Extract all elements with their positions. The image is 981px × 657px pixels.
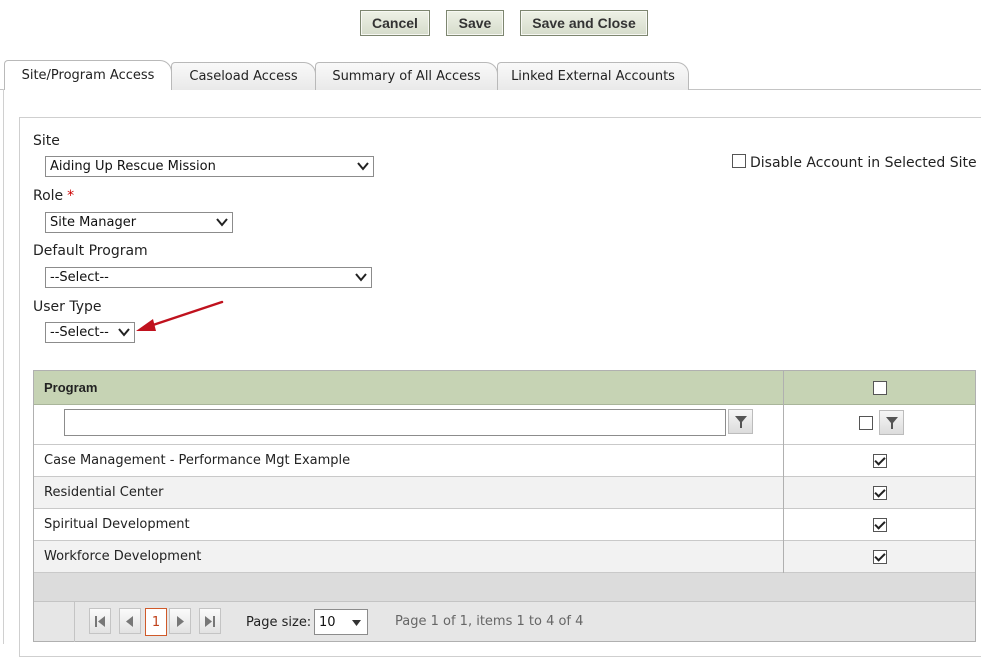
caret-down-icon bbox=[352, 620, 361, 626]
row-checkbox[interactable] bbox=[873, 486, 887, 500]
tab-label: Linked External Accounts bbox=[511, 69, 675, 84]
role-label-text: Role bbox=[33, 188, 64, 204]
tab-label: Caseload Access bbox=[189, 69, 298, 84]
cancel-button[interactable]: Cancel bbox=[360, 10, 430, 36]
row-checkbox[interactable] bbox=[873, 518, 887, 532]
tab-site-program-access[interactable]: Site/Program Access bbox=[4, 60, 172, 90]
program-cell: Case Management - Performance Mgt Exampl… bbox=[44, 453, 351, 468]
grid-header: Program bbox=[34, 371, 975, 405]
filter-icon bbox=[886, 417, 898, 429]
table-row[interactable]: Spiritual Development bbox=[34, 509, 975, 541]
grid-pager: 1 Page size: 10 Page 1 of 1, items 1 to … bbox=[34, 601, 975, 642]
next-page-icon bbox=[177, 616, 184, 627]
program-cell: Workforce Development bbox=[44, 549, 202, 564]
table-row[interactable]: Residential Center bbox=[34, 477, 975, 509]
user-type-label: User Type bbox=[33, 299, 102, 315]
chevron-down-icon bbox=[216, 218, 228, 227]
prev-page-icon bbox=[126, 616, 133, 627]
filter-icon bbox=[735, 416, 747, 428]
disable-account-checkbox[interactable] bbox=[732, 154, 746, 168]
select-all-checkbox[interactable] bbox=[873, 381, 887, 395]
role-select-value: Site Manager bbox=[50, 215, 137, 230]
filter-checkbox[interactable] bbox=[859, 416, 873, 430]
page-border bbox=[3, 89, 4, 644]
user-type-value: --Select-- bbox=[50, 325, 109, 340]
site-select-value: Aiding Up Rescue Mission bbox=[50, 159, 216, 174]
disable-account-label: Disable Account in Selected Site bbox=[750, 155, 977, 171]
program-cell: Residential Center bbox=[44, 485, 164, 500]
page-size-select[interactable]: 10 bbox=[314, 609, 368, 635]
page-size-value: 10 bbox=[319, 615, 336, 630]
checkbox-filter-button[interactable] bbox=[879, 410, 904, 435]
site-label: Site bbox=[33, 133, 60, 149]
filter-row bbox=[34, 405, 975, 445]
annotation-arrow-icon bbox=[136, 300, 224, 331]
tab-linked-external-accounts[interactable]: Linked External Accounts bbox=[497, 62, 689, 90]
default-program-value: --Select-- bbox=[50, 270, 109, 285]
tab-caseload-access[interactable]: Caseload Access bbox=[171, 62, 316, 90]
program-column-header[interactable]: Program bbox=[44, 380, 97, 395]
chevron-down-icon bbox=[357, 162, 369, 171]
site-select[interactable]: Aiding Up Rescue Mission bbox=[45, 156, 374, 177]
save-and-close-button[interactable]: Save and Close bbox=[520, 10, 648, 36]
page-number-1[interactable]: 1 bbox=[145, 608, 167, 636]
role-label: Role * bbox=[33, 188, 74, 204]
last-page-icon bbox=[205, 616, 215, 627]
tab-label: Site/Program Access bbox=[21, 68, 155, 83]
default-program-label: Default Program bbox=[33, 243, 148, 259]
required-marker: * bbox=[67, 188, 75, 204]
user-type-select[interactable]: --Select-- bbox=[45, 322, 135, 343]
table-row[interactable]: Case Management - Performance Mgt Exampl… bbox=[34, 445, 975, 477]
grid-footer-spacer bbox=[34, 573, 975, 601]
program-cell: Spiritual Development bbox=[44, 517, 190, 532]
table-row[interactable]: Workforce Development bbox=[34, 541, 975, 573]
row-checkbox[interactable] bbox=[873, 454, 887, 468]
first-page-button[interactable] bbox=[89, 608, 111, 634]
pager-divider bbox=[74, 602, 75, 642]
next-page-button[interactable] bbox=[169, 608, 191, 634]
program-filter-input[interactable] bbox=[64, 409, 726, 436]
last-page-button[interactable] bbox=[199, 608, 221, 634]
role-select[interactable]: Site Manager bbox=[45, 212, 233, 233]
default-program-select[interactable]: --Select-- bbox=[45, 267, 372, 288]
tab-summary-of-all-access[interactable]: Summary of All Access bbox=[315, 62, 498, 90]
tab-label: Summary of All Access bbox=[332, 69, 481, 84]
row-checkbox[interactable] bbox=[873, 550, 887, 564]
prev-page-button[interactable] bbox=[119, 608, 141, 634]
chevron-down-icon bbox=[355, 273, 367, 282]
column-divider bbox=[783, 371, 784, 573]
save-button[interactable]: Save bbox=[446, 10, 504, 36]
page-size-label: Page size: bbox=[246, 615, 312, 630]
program-filter-button[interactable] bbox=[728, 409, 753, 434]
pager-info: Page 1 of 1, items 1 to 4 of 4 bbox=[395, 614, 584, 629]
chevron-down-icon bbox=[118, 328, 130, 337]
first-page-icon bbox=[95, 616, 105, 627]
program-grid: Program Case Management - Performance Mg… bbox=[33, 370, 976, 642]
